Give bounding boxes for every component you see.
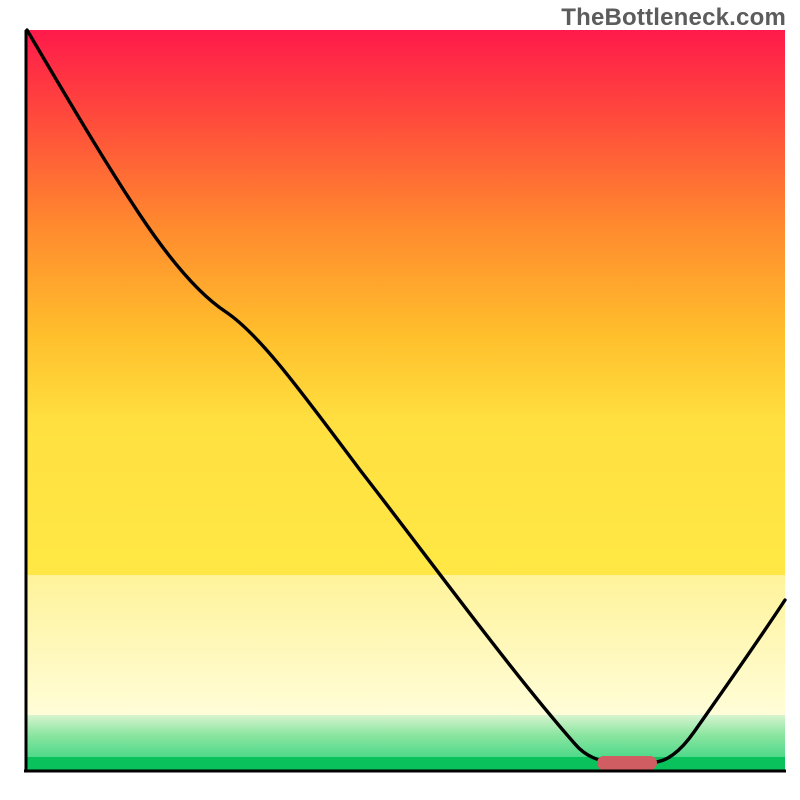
bg-band-warm (27, 30, 785, 575)
bg-band-green (27, 715, 785, 757)
bg-band-pale (27, 575, 785, 715)
bg-band-bottom (27, 757, 785, 770)
watermark-text: TheBottleneck.com (561, 4, 786, 32)
chart-container: TheBottleneck.com (0, 0, 800, 800)
plot-area (27, 30, 785, 770)
bottleneck-chart (0, 0, 800, 800)
optimal-marker (597, 756, 657, 770)
